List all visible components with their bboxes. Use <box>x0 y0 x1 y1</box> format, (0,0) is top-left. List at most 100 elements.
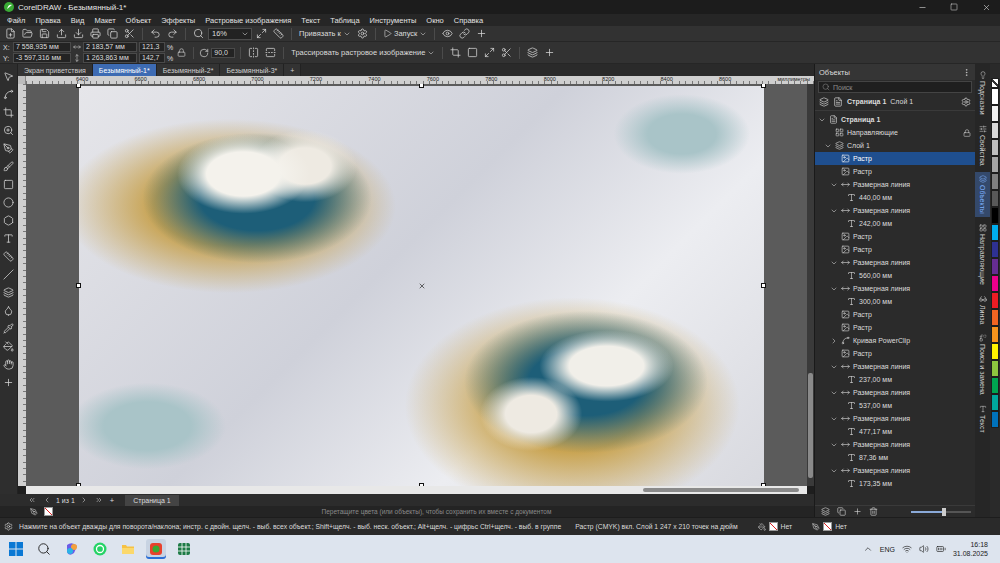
current-page[interactable]: Страница 1 <box>847 98 886 105</box>
tree-row[interactable]: Растр <box>815 165 975 178</box>
tree-row[interactable]: Размерная линия <box>815 464 975 477</box>
menu-item[interactable]: Инструменты <box>365 16 422 25</box>
color-swatch[interactable] <box>991 309 999 326</box>
selection-handle[interactable] <box>76 84 81 88</box>
menu-item[interactable]: Файл <box>2 16 30 25</box>
position-field[interactable]: 7 558,935 мм <box>13 42 71 52</box>
mirror-vertical-button[interactable] <box>263 46 278 59</box>
document-tab[interactable]: Безымянный-2* <box>157 64 221 76</box>
tree-row[interactable]: Размерная линия <box>815 360 975 373</box>
page-tab[interactable]: Страница 1 <box>125 495 179 506</box>
tree-row[interactable]: Кривая PowerClip <box>815 334 975 347</box>
menu-item[interactable]: Вид <box>66 16 90 25</box>
cut-button[interactable] <box>122 27 137 40</box>
docker-tab[interactable]: Подсказки <box>975 68 990 118</box>
tree-row[interactable]: Растр <box>815 347 975 360</box>
menu-item[interactable]: Объект <box>121 16 157 25</box>
save-button[interactable] <box>37 27 52 40</box>
zoom-tool[interactable] <box>1 123 17 137</box>
rotation-center[interactable] <box>418 282 426 290</box>
tree-row[interactable]: Растр <box>815 308 975 321</box>
add-page-button[interactable]: + <box>108 495 116 506</box>
tree-row[interactable]: 537,00 мм <box>815 399 975 412</box>
ellipse-tool[interactable] <box>1 195 17 209</box>
tree-row[interactable]: 173,35 мм <box>815 477 975 490</box>
transparency-tool[interactable] <box>1 303 17 317</box>
fill-indicator[interactable]: Нет <box>758 522 793 531</box>
menu-item[interactable]: Справка <box>449 16 488 25</box>
tree-row[interactable]: 237,00 мм <box>815 373 975 386</box>
expand-toggle[interactable] <box>830 337 838 345</box>
start-button[interactable] <box>6 539 26 559</box>
blend-tool[interactable] <box>1 285 17 299</box>
docker-tab[interactable]: Линза <box>975 292 990 327</box>
last-page-button[interactable] <box>93 495 105 505</box>
thumbnail-size-slider[interactable] <box>911 511 971 513</box>
color-swatch[interactable] <box>991 156 999 173</box>
scale-field[interactable]: 142,7 <box>139 53 165 63</box>
tree-row[interactable]: Размерная линия <box>815 438 975 451</box>
expand-toggle[interactable] <box>830 259 838 267</box>
shape-tool[interactable] <box>1 87 17 101</box>
cut-button[interactable] <box>499 46 514 59</box>
rectangle-tool[interactable] <box>1 177 17 191</box>
tree-row[interactable]: Страница 1 <box>815 113 975 126</box>
horizontal-scrollbar[interactable] <box>26 486 807 494</box>
size-field[interactable]: 1 263,863 мм <box>83 53 137 63</box>
document-tab[interactable]: Безымянный-1* <box>93 64 157 76</box>
new-button[interactable] <box>3 27 18 40</box>
document-tab[interactable]: Безымянный-3* <box>220 64 284 76</box>
color-swatch[interactable] <box>991 292 999 309</box>
rulers-button[interactable] <box>271 27 286 40</box>
tree-row[interactable]: Направляющие <box>815 126 975 139</box>
resample-button[interactable] <box>482 46 497 59</box>
copy-button[interactable] <box>835 506 848 517</box>
pan-tool[interactable] <box>1 357 17 371</box>
objects-search[interactable]: Поиск <box>818 81 972 93</box>
expand-toggle[interactable] <box>830 285 838 293</box>
expand-toggle[interactable] <box>830 207 838 215</box>
search-button[interactable] <box>34 539 54 559</box>
docker-tab[interactable]: Текст <box>975 402 990 436</box>
expand-toggle[interactable] <box>830 181 838 189</box>
no-color-swatch[interactable] <box>44 507 53 516</box>
tree-row[interactable]: Размерная линия <box>815 256 975 269</box>
drawing-canvas[interactable] <box>26 84 807 486</box>
menu-item[interactable]: Таблица <box>325 16 364 25</box>
menu-item[interactable]: Текст <box>296 16 325 25</box>
selection-handle[interactable] <box>761 283 766 288</box>
crop-tool[interactable] <box>1 105 17 119</box>
maximize-button[interactable] <box>940 0 968 14</box>
docker-tab[interactable]: Направляющие <box>975 221 990 288</box>
tree-row[interactable]: Размерная линия <box>815 204 975 217</box>
expand-toggle[interactable] <box>830 441 838 449</box>
rotation-field[interactable]: 90,0 <box>211 48 235 58</box>
trace-bitmap-button[interactable]: Трассировать растровое изображение <box>289 47 437 58</box>
slider-thumb[interactable] <box>942 508 946 516</box>
add-button[interactable] <box>851 506 864 517</box>
polygon-tool[interactable] <box>1 213 17 227</box>
redo-button[interactable] <box>165 27 180 40</box>
fill-tool[interactable] <box>1 339 17 353</box>
no-color-swatch[interactable] <box>991 78 999 88</box>
add-tool[interactable] <box>1 375 17 389</box>
raster-image[interactable] <box>79 86 764 486</box>
lock-ratio-button[interactable] <box>175 47 188 58</box>
color-swatch[interactable] <box>991 411 999 428</box>
dimension-tool[interactable] <box>1 249 17 263</box>
upload-button[interactable] <box>54 27 69 40</box>
color-swatch[interactable] <box>991 207 999 224</box>
close-button[interactable] <box>972 0 1000 14</box>
color-swatch[interactable] <box>991 88 999 105</box>
launch-button[interactable]: Запуск <box>381 28 429 39</box>
color-swatch[interactable] <box>991 105 999 122</box>
selection-handle[interactable] <box>761 84 766 88</box>
tree-row[interactable]: 477,17 мм <box>815 425 975 438</box>
zoom-combo[interactable]: 16% <box>208 28 252 40</box>
color-swatch[interactable] <box>991 190 999 207</box>
link-button[interactable] <box>457 27 472 40</box>
tree-row[interactable]: Растр <box>815 321 975 334</box>
color-swatch[interactable] <box>991 343 999 360</box>
menu-item[interactable]: Окно <box>421 16 448 25</box>
settings-button[interactable] <box>355 27 370 40</box>
